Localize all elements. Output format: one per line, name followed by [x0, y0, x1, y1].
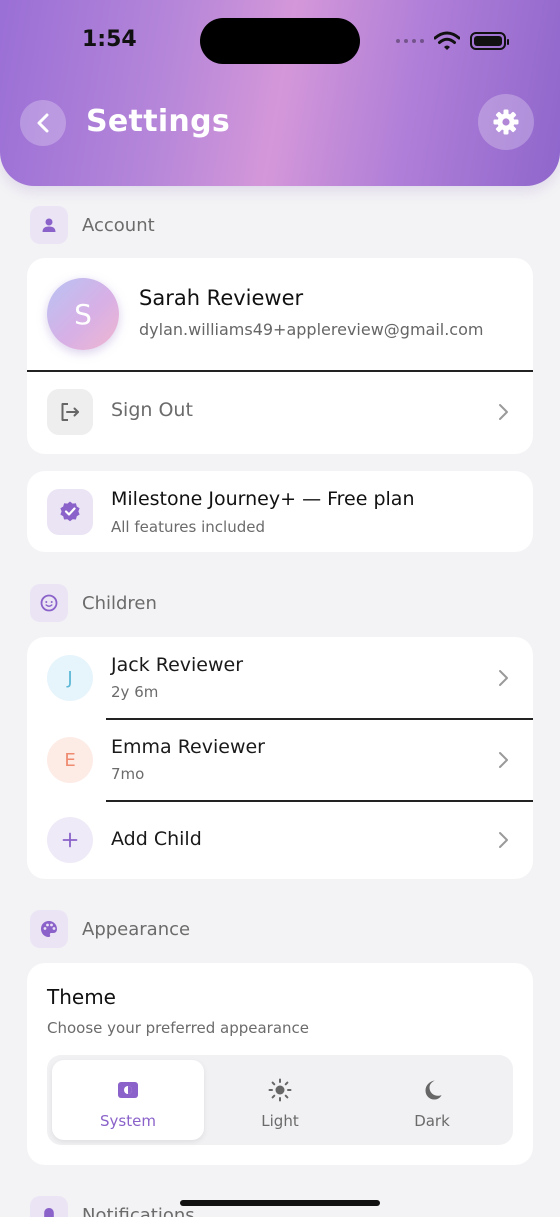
- child-age: 7mo: [111, 765, 145, 783]
- theme-subtitle: Choose your preferred appearance: [47, 1019, 309, 1037]
- child-age: 2y 6m: [111, 683, 159, 701]
- sign-out-button[interactable]: Sign Out: [27, 371, 533, 454]
- signal-dots-icon: [396, 39, 424, 43]
- person-icon: [30, 206, 68, 244]
- theme-title: Theme: [47, 985, 116, 1009]
- add-child-button[interactable]: Add Child: [27, 801, 533, 879]
- status-icons: [396, 30, 509, 52]
- section-children-label: Children: [82, 592, 157, 614]
- plan-title: Milestone Journey+ — Free plan: [111, 488, 415, 510]
- theme-option-system[interactable]: System: [52, 1060, 204, 1140]
- page-title: Settings: [86, 104, 231, 139]
- chevron-right-icon: [499, 832, 508, 848]
- child-avatar: J: [47, 655, 93, 701]
- chevron-left-icon: [37, 113, 49, 133]
- plan-subtitle: All features included: [111, 518, 265, 536]
- theme-option-label: System: [100, 1112, 156, 1130]
- add-child-label: Add Child: [111, 828, 202, 850]
- theme-option-light[interactable]: Light: [204, 1060, 356, 1140]
- children-card: J Jack Reviewer 2y 6m E Emma Reviewer 7m…: [27, 637, 533, 879]
- sign-out-label: Sign Out: [111, 399, 193, 421]
- sun-icon: [268, 1078, 292, 1102]
- status-time: 1:54: [82, 27, 137, 52]
- section-account-label: Account: [82, 214, 155, 236]
- verified-badge-icon: [47, 489, 93, 535]
- theme-option-dark[interactable]: Dark: [356, 1060, 508, 1140]
- section-notifications: Notifications: [30, 1196, 195, 1217]
- theme-card: Theme Choose your preferred appearance S…: [27, 963, 533, 1165]
- header-bar: 1:54 Settings: [0, 0, 560, 186]
- section-appearance-label: Appearance: [82, 918, 191, 940]
- dynamic-island: [200, 18, 360, 64]
- bell-icon: [30, 1196, 68, 1217]
- user-email: dylan.williams49+applereview@gmail.com: [139, 320, 484, 339]
- wifi-icon: [434, 31, 460, 50]
- child-row-emma[interactable]: E Emma Reviewer 7mo: [27, 719, 533, 801]
- avatar: S: [47, 278, 119, 350]
- settings-button[interactable]: [478, 94, 534, 150]
- chevron-right-icon: [499, 670, 508, 686]
- child-row-jack[interactable]: J Jack Reviewer 2y 6m: [27, 637, 533, 719]
- account-card: S Sarah Reviewer dylan.williams49+appler…: [27, 258, 533, 454]
- plan-card: Milestone Journey+ — Free plan All featu…: [27, 471, 533, 552]
- chevron-right-icon: [499, 752, 508, 768]
- system-icon: [118, 1082, 138, 1098]
- home-indicator: [180, 1200, 380, 1206]
- battery-icon: [470, 32, 509, 50]
- child-name: Emma Reviewer: [111, 736, 265, 758]
- theme-segmented-control: System Light Dark: [47, 1055, 513, 1145]
- child-name: Jack Reviewer: [111, 654, 244, 676]
- theme-option-label: Dark: [414, 1112, 450, 1130]
- moon-icon: [425, 1080, 442, 1100]
- baby-face-icon: [30, 584, 68, 622]
- section-children: Children: [30, 584, 157, 622]
- palette-icon: [30, 910, 68, 948]
- plus-icon: [47, 817, 93, 863]
- section-appearance: Appearance: [30, 910, 190, 948]
- chevron-right-icon: [499, 404, 508, 420]
- child-avatar: E: [47, 737, 93, 783]
- section-notifications-label: Notifications: [82, 1204, 195, 1217]
- sign-out-icon: [47, 389, 93, 435]
- section-account: Account: [30, 206, 155, 244]
- back-button[interactable]: [20, 100, 66, 146]
- profile-row: S Sarah Reviewer dylan.williams49+appler…: [27, 258, 533, 370]
- user-name: Sarah Reviewer: [139, 286, 304, 310]
- theme-option-label: Light: [261, 1112, 299, 1130]
- gear-icon: [493, 109, 519, 135]
